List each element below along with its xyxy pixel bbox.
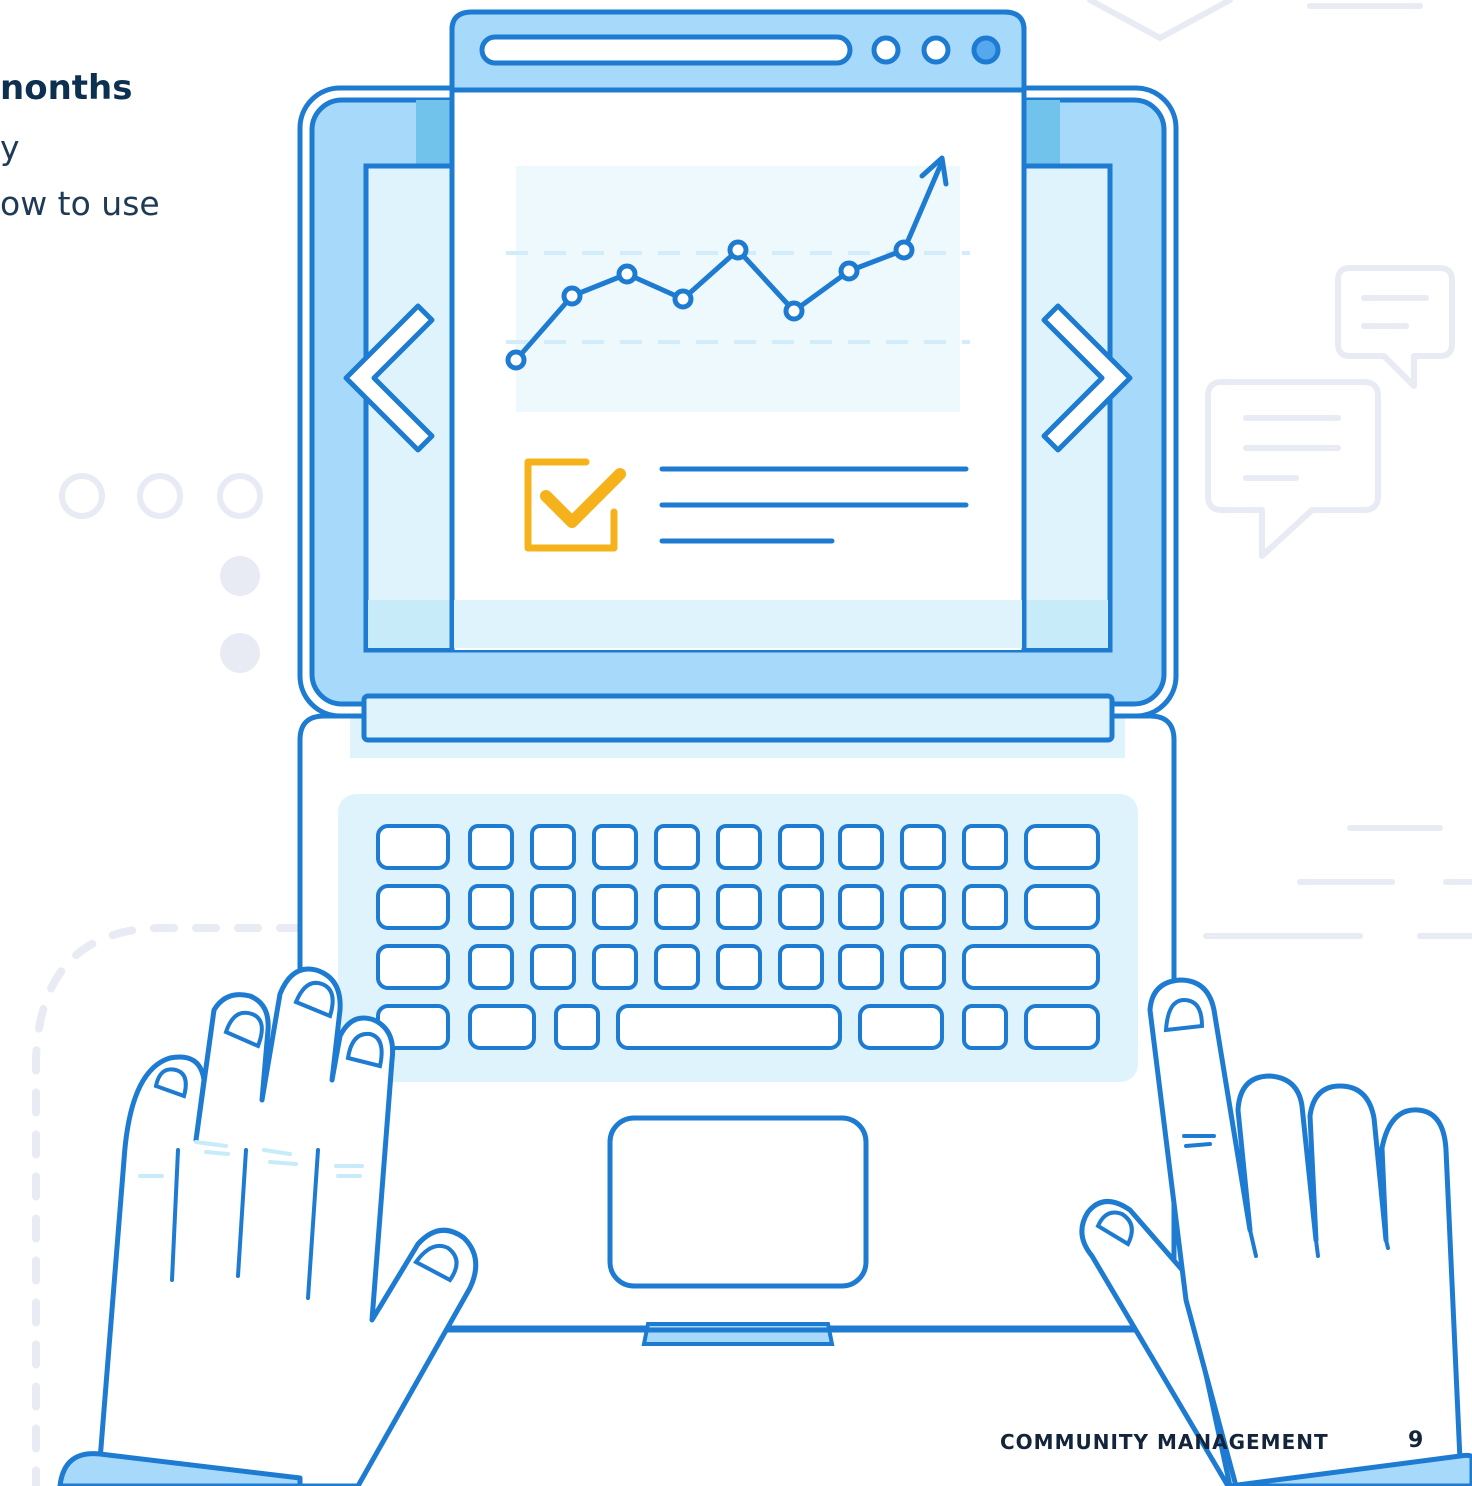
trackpad — [607, 1115, 869, 1289]
decor-circle — [59, 473, 105, 519]
decor-triangle — [1087, 0, 1233, 42]
window-dot — [971, 35, 1001, 65]
window-dot — [921, 35, 951, 65]
speech-bubble-icon — [1205, 265, 1455, 559]
window-dot — [871, 35, 901, 65]
decor-circle — [137, 473, 183, 519]
line-chart-icon — [505, 155, 970, 412]
footer-section-label: COMMUNITY MANAGEMENT — [1000, 1430, 1329, 1454]
background-dots — [220, 556, 260, 673]
decor-circle — [217, 473, 263, 519]
page-number: 9 — [1408, 1428, 1424, 1453]
address-bar — [479, 34, 853, 66]
laptop-illustration — [32, 0, 1472, 1486]
